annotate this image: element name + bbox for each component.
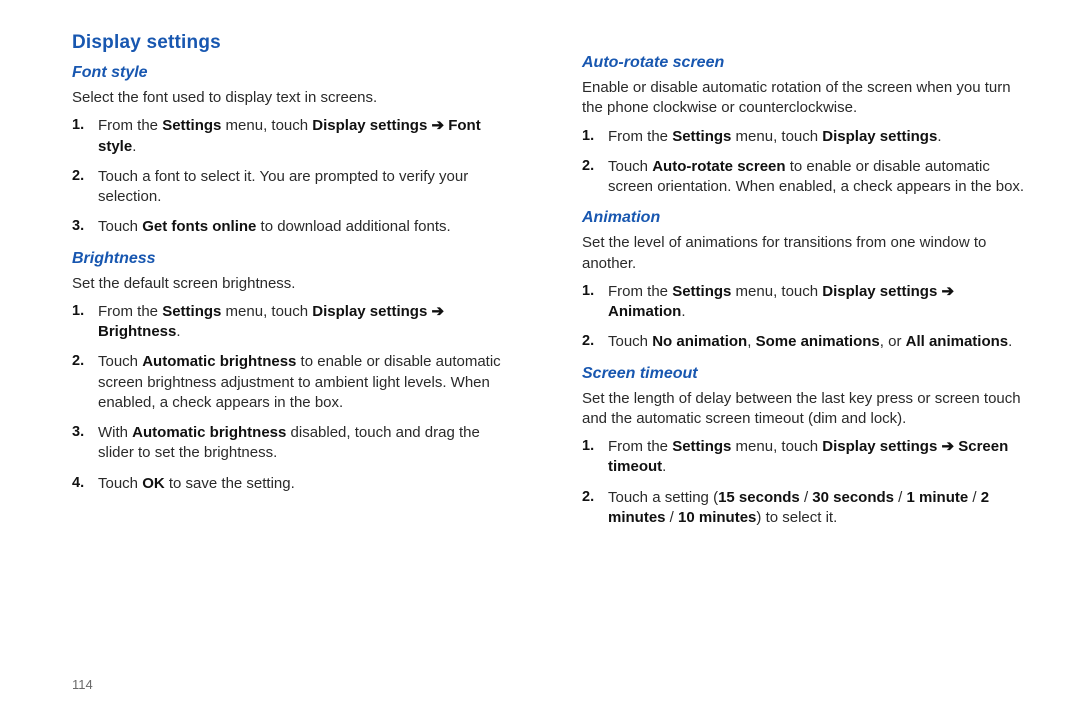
bold-term: 30 seconds bbox=[812, 489, 894, 506]
bold-term: No animation bbox=[652, 333, 747, 350]
step-text: With bbox=[98, 424, 132, 441]
step-text: . bbox=[1008, 333, 1012, 350]
section-desc: Enable or disable automatic rotation of … bbox=[582, 78, 1026, 119]
step-item: Touch Get fonts online to download addit… bbox=[94, 217, 516, 237]
arrow-icon: ➔ bbox=[427, 117, 448, 134]
step-text: From the bbox=[608, 128, 672, 145]
step-text: From the bbox=[608, 283, 672, 300]
bold-term: 15 seconds bbox=[718, 489, 800, 506]
bold-term: Display settings bbox=[822, 283, 937, 300]
bold-term: 1 minute bbox=[907, 489, 969, 506]
step-text: menu, touch bbox=[731, 438, 822, 455]
step-item: Touch Auto-rotate screen to enable or di… bbox=[604, 157, 1026, 198]
page-number: 114 bbox=[72, 677, 93, 692]
step-text: , bbox=[747, 333, 755, 350]
bold-term: Automatic brightness bbox=[132, 424, 286, 441]
step-text: , or bbox=[880, 333, 906, 350]
step-text: / bbox=[666, 509, 679, 526]
steps-list: From the Settings menu, touch Display se… bbox=[582, 437, 1026, 528]
bold-term: Get fonts online bbox=[142, 218, 256, 235]
step-item: From the Settings menu, touch Display se… bbox=[94, 116, 516, 157]
step-text: . bbox=[937, 128, 941, 145]
bold-term: Animation bbox=[608, 303, 681, 320]
step-text: Touch bbox=[98, 353, 142, 370]
steps-list: From the Settings menu, touch Display se… bbox=[582, 282, 1026, 353]
left-column: Display settings Font style Select the f… bbox=[72, 32, 516, 692]
step-text: / bbox=[968, 489, 981, 506]
step-text: From the bbox=[98, 303, 162, 320]
section-heading-font-style: Font style bbox=[72, 64, 516, 82]
section-heading-animation: Animation bbox=[582, 209, 1026, 227]
step-item: From the Settings menu, touch Display se… bbox=[94, 302, 516, 343]
steps-list: From the Settings menu, touch Display se… bbox=[72, 302, 516, 494]
steps-list: From the Settings menu, touch Display se… bbox=[582, 127, 1026, 198]
step-item: From the Settings menu, touch Display se… bbox=[604, 437, 1026, 478]
step-item: Touch OK to save the setting. bbox=[94, 474, 516, 494]
section-heading-screen-timeout: Screen timeout bbox=[582, 365, 1026, 383]
bold-term: Some animations bbox=[756, 333, 880, 350]
step-item: Touch a font to select it. You are promp… bbox=[94, 167, 516, 208]
step-text: . bbox=[662, 458, 666, 475]
step-item: From the Settings menu, touch Display se… bbox=[604, 282, 1026, 323]
section-desc: Set the level of animations for transiti… bbox=[582, 233, 1026, 274]
section-heading-brightness: Brightness bbox=[72, 250, 516, 268]
step-text: menu, touch bbox=[731, 283, 822, 300]
step-item: From the Settings menu, touch Display se… bbox=[604, 127, 1026, 147]
step-text: Touch bbox=[608, 333, 652, 350]
step-text: Touch bbox=[98, 218, 142, 235]
page-title: Display settings bbox=[72, 32, 516, 54]
section-desc: Set the length of delay between the last… bbox=[582, 389, 1026, 430]
section-desc: Select the font used to display text in … bbox=[72, 88, 516, 108]
section-heading-auto-rotate: Auto-rotate screen bbox=[582, 54, 1026, 72]
bold-term: Settings bbox=[672, 283, 731, 300]
arrow-icon: ➔ bbox=[937, 283, 954, 300]
step-text: to download additional fonts. bbox=[256, 218, 450, 235]
step-text: to save the setting. bbox=[165, 475, 295, 492]
bold-term: All animations bbox=[906, 333, 1009, 350]
arrow-icon: ➔ bbox=[427, 303, 444, 320]
right-column: Auto-rotate screen Enable or disable aut… bbox=[582, 32, 1026, 692]
manual-page: Display settings Font style Select the f… bbox=[0, 0, 1080, 720]
step-text: / bbox=[800, 489, 813, 506]
step-item: With Automatic brightness disabled, touc… bbox=[94, 423, 516, 464]
bold-term: Settings bbox=[672, 438, 731, 455]
step-text: menu, touch bbox=[731, 128, 822, 145]
step-text: From the bbox=[608, 438, 672, 455]
step-text: menu, touch bbox=[221, 303, 312, 320]
step-text: . bbox=[176, 323, 180, 340]
bold-term: Display settings bbox=[822, 128, 937, 145]
bold-term: Brightness bbox=[98, 323, 176, 340]
step-text: Touch a font to select it. You are promp… bbox=[98, 168, 468, 205]
section-desc: Set the default screen brightness. bbox=[72, 274, 516, 294]
step-text: . bbox=[681, 303, 685, 320]
bold-term: Settings bbox=[162, 117, 221, 134]
arrow-icon: ➔ bbox=[937, 438, 958, 455]
bold-term: Auto-rotate screen bbox=[652, 158, 785, 175]
steps-list: From the Settings menu, touch Display se… bbox=[72, 116, 516, 237]
bold-term: 10 minutes bbox=[678, 509, 756, 526]
step-item: Touch No animation, Some animations, or … bbox=[604, 332, 1026, 352]
bold-term: Automatic brightness bbox=[142, 353, 296, 370]
bold-term: Settings bbox=[672, 128, 731, 145]
bold-term: Settings bbox=[162, 303, 221, 320]
step-item: Touch Automatic brightness to enable or … bbox=[94, 352, 516, 413]
step-text: Touch a setting ( bbox=[608, 489, 718, 506]
bold-term: Display settings bbox=[822, 438, 937, 455]
step-item: Touch a setting (15 seconds / 30 seconds… bbox=[604, 488, 1026, 529]
step-text: From the bbox=[98, 117, 162, 134]
step-text: Touch bbox=[98, 475, 142, 492]
bold-term: Display settings bbox=[312, 117, 427, 134]
bold-term: OK bbox=[142, 475, 165, 492]
bold-term: Display settings bbox=[312, 303, 427, 320]
step-text: . bbox=[132, 138, 136, 155]
step-text: Touch bbox=[608, 158, 652, 175]
step-text: / bbox=[894, 489, 907, 506]
step-text: menu, touch bbox=[221, 117, 312, 134]
step-text: ) to select it. bbox=[756, 509, 837, 526]
